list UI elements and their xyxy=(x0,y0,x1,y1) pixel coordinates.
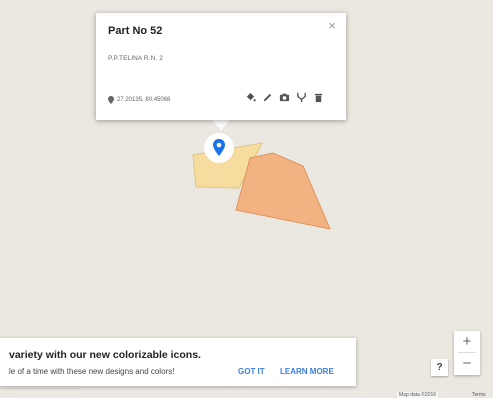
parcel-orange[interactable] xyxy=(235,152,331,230)
feature-description: P.P.TELINA R.N. 2 xyxy=(108,55,163,62)
coordinates-row: 27.20135, 80.45068 xyxy=(108,96,170,104)
bottom-strip xyxy=(0,398,493,405)
zoom-out-button[interactable]: − xyxy=(454,353,480,374)
promo-title: variety with our new colorizable icons. xyxy=(9,349,201,361)
location-marker[interactable] xyxy=(203,132,235,164)
promo-text: le of a time with these new designs and … xyxy=(9,367,175,376)
info-window-tail xyxy=(211,119,231,130)
coordinates-text: 27.20135, 80.45068 xyxy=(117,97,171,103)
map-container[interactable]: × Part No 52 P.P.TELINA R.N. 2 27.20135,… xyxy=(0,0,493,405)
info-window: × Part No 52 P.P.TELINA R.N. 2 27.20135,… xyxy=(96,13,346,120)
zoom-in-button[interactable]: + xyxy=(454,331,480,352)
trash-icon[interactable] xyxy=(313,92,324,103)
paint-bucket-icon[interactable] xyxy=(245,92,256,103)
learn-more-link[interactable]: LEARN MORE xyxy=(280,367,334,376)
pencil-icon[interactable] xyxy=(262,92,273,103)
divider-line xyxy=(0,388,80,389)
close-icon[interactable]: × xyxy=(328,19,336,32)
camera-icon[interactable] xyxy=(279,92,290,103)
promo-banner: variety with our new colorizable icons. … xyxy=(0,338,356,386)
pin-icon xyxy=(108,96,114,104)
feature-toolbar xyxy=(245,92,324,103)
zoom-control: + − xyxy=(454,331,480,375)
feature-title: Part No 52 xyxy=(108,25,163,37)
got-it-button[interactable]: GOT IT xyxy=(238,367,265,376)
route-icon[interactable] xyxy=(296,92,307,103)
help-button[interactable]: ? xyxy=(431,359,448,376)
